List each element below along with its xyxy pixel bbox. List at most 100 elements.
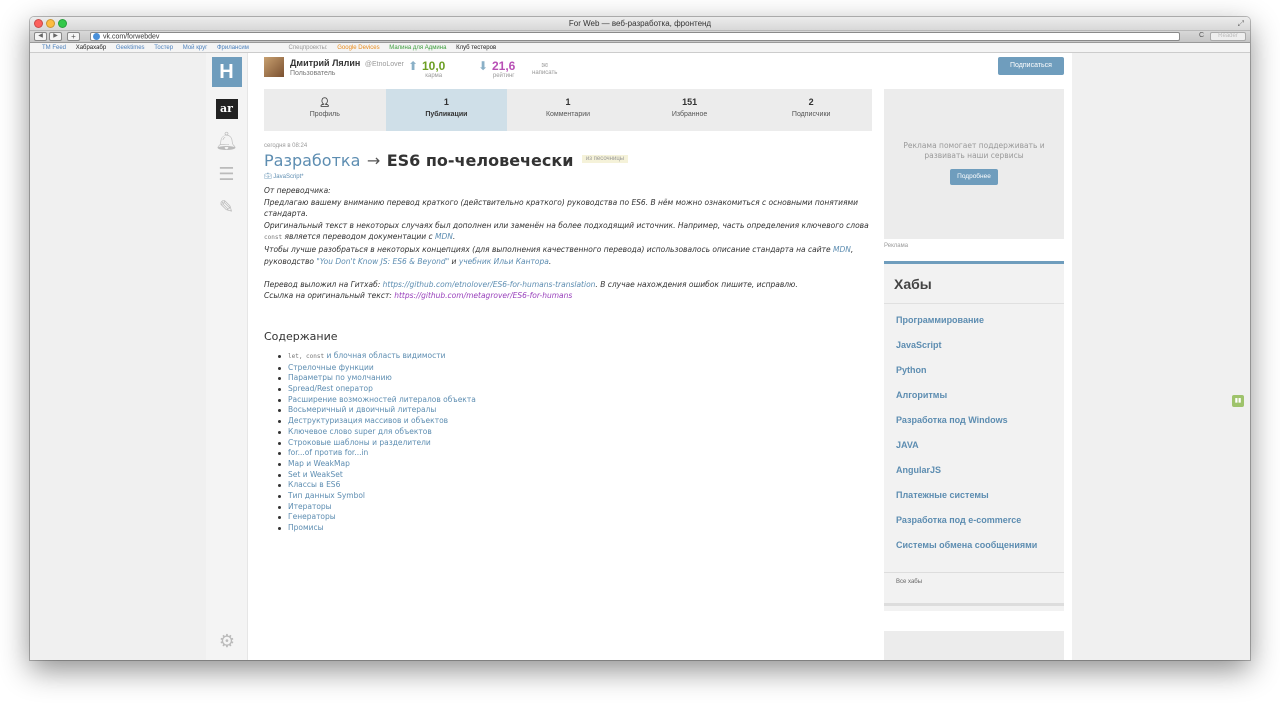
bookmark-tm-feed[interactable]: TM Feed — [42, 45, 66, 51]
toc-item[interactable]: Map и WeakMap — [278, 459, 872, 470]
karma-value: 10,0 — [422, 59, 446, 73]
nav-buttons: ◀ ▶ + — [34, 32, 80, 41]
toc-item[interactable]: Генераторы — [278, 512, 872, 523]
message-button[interactable]: ✉ написать — [532, 61, 557, 76]
text: Ссылка на оригинальный текст: — [264, 291, 395, 301]
ydkjs-link[interactable]: "You Don't Know JS: ES6 & Beyond" — [316, 257, 449, 266]
tab-publications[interactable]: 1 Публикации — [385, 89, 508, 131]
toc-item[interactable]: Ключевое слово super для объектов — [278, 427, 872, 438]
url-text: vk.com/forwebdev — [103, 33, 160, 41]
arrow-up-icon[interactable]: ⬆ — [408, 59, 418, 73]
toc-item[interactable]: Деструктуризация массивов и объектов — [278, 416, 872, 427]
hubs-footer — [884, 603, 1064, 611]
bookmark-habrahabr[interactable]: Хабрахабр — [76, 45, 107, 51]
toc-item[interactable]: Стрелочные функции — [278, 363, 872, 374]
fullscreen-icon[interactable]: ⤢ — [1238, 19, 1244, 29]
hub-item[interactable]: Программирование — [896, 314, 1052, 326]
bookmark-freelansim[interactable]: Фрилансим — [217, 45, 249, 51]
toc-item[interactable]: Расширение возможностей литералов объект… — [278, 395, 872, 406]
text: Перевод выложил на Гитхаб: — [264, 279, 383, 289]
title-bar: For Web — веб-разработка, фронтенд ⤢ — [30, 17, 1250, 31]
habr-logo[interactable]: H — [211, 57, 242, 87]
bookmark-moikrug[interactable]: Мой круг — [183, 45, 208, 51]
toc-item[interactable]: Set и WeakSet — [278, 470, 872, 481]
ad-box: Реклама помогает поддерживать и развиват… — [884, 89, 1064, 239]
toc-title: Содержание — [264, 329, 338, 343]
add-bookmark-button[interactable]: + — [67, 32, 80, 41]
toc-item[interactable]: Восьмеричный и двоичный литералы — [278, 405, 872, 416]
mdn-link[interactable]: MDN — [833, 245, 851, 254]
arrow-down-icon[interactable]: ⬇ — [478, 59, 488, 73]
hub-item[interactable]: Python — [896, 364, 1052, 376]
hubs-widget: Хабы Программирование JavaScript Python … — [884, 261, 1064, 611]
text: Чтобы лучше разобраться в некоторых конц… — [264, 244, 833, 254]
globe-icon — [93, 33, 100, 40]
hub-item[interactable]: JavaScript — [896, 339, 1052, 351]
toc-item[interactable]: Тип данных Symbol — [278, 491, 872, 502]
back-button[interactable]: ◀ — [34, 32, 47, 41]
post-title-text[interactable]: ES6 по-человечески — [387, 151, 574, 170]
post-hub-link[interactable]: Разработка — [264, 151, 360, 170]
github-original-link[interactable]: https://github.com/metagrover/ES6-for-hu… — [394, 291, 572, 300]
toc-item[interactable]: Промисы — [278, 523, 872, 534]
ad-more-button[interactable]: Подробнее — [950, 169, 998, 185]
hub-item[interactable]: Платежные системы — [896, 489, 1052, 501]
subscribe-button[interactable]: Подписаться — [998, 57, 1064, 75]
body-line: Чтобы лучше разобраться в некоторых конц… — [264, 244, 872, 267]
hub-item[interactable]: Разработка под Windows — [896, 414, 1052, 426]
browser-toolbar: ◀ ▶ + vk.com/forwebdev C Reader — [30, 31, 1250, 43]
tab-profile[interactable]: 👤︎ Профиль — [264, 89, 386, 131]
rating-label: рейтинг — [492, 73, 515, 79]
extension-icon[interactable]: ▮▮ — [1232, 395, 1244, 407]
rating-stat: 21,6 рейтинг — [492, 59, 515, 79]
avatar[interactable] — [264, 57, 284, 77]
ar-logo[interactable]: ar — [215, 99, 238, 119]
gear-icon[interactable]: ⚙ — [206, 631, 248, 652]
bookmark-testers-club[interactable]: Клуб тестеров — [456, 45, 496, 51]
user-name[interactable]: Дмитрий Лялин — [290, 58, 360, 68]
karma-label: карма — [425, 73, 443, 79]
hub-item[interactable]: Системы обмена сообщениями — [896, 539, 1052, 551]
forward-button[interactable]: ▶ — [49, 32, 62, 41]
toc-item[interactable]: Параметры по умолчанию — [278, 373, 872, 384]
mdn-link[interactable]: MDN — [435, 232, 453, 241]
briefcase-icon: 💼︎ — [264, 174, 272, 180]
bookmark-malina[interactable]: Малина для Админа — [389, 45, 446, 51]
reader-button[interactable]: Reader — [1210, 32, 1246, 41]
toc-item[interactable]: Классы в ES6 — [278, 480, 872, 491]
post-tag[interactable]: 💼︎ JavaScript* — [264, 173, 872, 180]
bell-icon[interactable]: 🔔︎ — [206, 131, 247, 152]
bookmark-google-devices[interactable]: Google Devices — [337, 45, 379, 51]
body-line: От переводчика: — [264, 186, 331, 195]
user-role: Пользователь — [290, 70, 336, 77]
toc-item[interactable]: for...of против for...in — [278, 448, 872, 459]
bookmarks-bar: TM Feed Хабрахабр Geektimes Тостер Мой к… — [30, 43, 1250, 53]
menu-icon[interactable]: ☰ — [206, 164, 247, 185]
user-nick: @EtnoLover — [364, 61, 404, 68]
tab-subscribers[interactable]: 2 Подписчики — [750, 89, 872, 131]
toc-item[interactable]: let, const и блочная область видимости — [278, 351, 872, 363]
bookmark-toster[interactable]: Тостер — [154, 45, 173, 51]
kantor-link[interactable]: учебник Ильи Кантора — [459, 257, 549, 266]
toc-text: и блочная область видимости — [324, 350, 446, 360]
hub-item[interactable]: Алгоритмы — [896, 389, 1052, 401]
post: сегодня в 08:24 Разработка → ES6 по-чело… — [264, 143, 872, 534]
hub-item[interactable]: Разработка под e-commerce — [896, 514, 1052, 526]
toc-item[interactable]: Строковые шаблоны и разделители — [278, 438, 872, 449]
address-bar[interactable]: vk.com/forwebdev — [90, 32, 1180, 41]
hub-item[interactable]: JAVA — [896, 439, 1052, 451]
browser-window: For Web — веб-разработка, фронтенд ⤢ ◀ ▶… — [30, 17, 1250, 660]
tab-favorites[interactable]: 151 Избранное — [629, 89, 751, 131]
all-hubs-link[interactable]: Все хабы — [884, 572, 1064, 591]
pen-icon[interactable]: ✎ — [206, 197, 247, 218]
github-translation-link[interactable]: https://github.com/etnolover/ES6-for-hum… — [383, 280, 596, 289]
tab-comments[interactable]: 1 Комментарии — [507, 89, 629, 131]
tab-label: Комментарии — [545, 111, 591, 118]
toc-item[interactable]: Spread/Rest оператор — [278, 384, 872, 395]
hub-item[interactable]: AngularJS — [896, 464, 1052, 476]
window-title: For Web — веб-разработка, фронтенд — [568, 19, 712, 28]
profile-tabs: 👤︎ Профиль 1 Публикации 1 Комментарии 15… — [264, 89, 872, 131]
reload-button[interactable]: C — [1199, 32, 1204, 39]
bookmark-geektimes[interactable]: Geektimes — [116, 45, 145, 51]
toc-item[interactable]: Итераторы — [278, 502, 872, 513]
